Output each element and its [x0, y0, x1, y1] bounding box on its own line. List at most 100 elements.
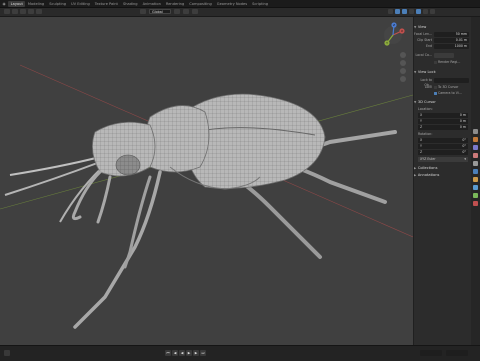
gizmo-z-label: Z [393, 23, 395, 27]
3d-cursor-section-title: 3D Cursor [417, 100, 436, 104]
chevron-right-icon: ▶ [414, 173, 417, 177]
app-menu-icon[interactable]: ◉ [0, 1, 8, 7]
gizmo-x-label: X [401, 29, 403, 33]
collections-section-header[interactable]: ▶ Collections [414, 166, 437, 170]
view-section-title: View [417, 25, 427, 29]
overlay-toggle-icon[interactable] [402, 9, 407, 14]
focal-length-field[interactable]: 50 mm [434, 32, 469, 37]
cursor-rotation-x[interactable]: X 0° [418, 138, 468, 143]
local-camera-field[interactable] [434, 53, 454, 58]
annotations-section-header[interactable]: ▶ Annotations [414, 173, 439, 177]
editor-type-icon[interactable] [4, 9, 10, 14]
next-keyframe-icon[interactable]: ▶ [193, 350, 199, 356]
beetle-model[interactable] [4, 93, 397, 329]
chevron-down-icon: ▼ [414, 25, 417, 29]
orientation-dropdown[interactable]: Global [149, 9, 171, 14]
lock-label: Lock [424, 85, 432, 89]
object-icon[interactable] [473, 177, 478, 182]
physics-icon[interactable] [473, 193, 478, 198]
cursor-location-y[interactable]: Y 0 m [418, 119, 468, 124]
shading-material-icon[interactable] [423, 9, 428, 14]
workspace-tab-animation[interactable]: Animation [140, 1, 163, 7]
cursor-rotation-y[interactable]: Y 0° [418, 144, 468, 149]
visibility-icon[interactable] [388, 9, 393, 14]
clip-end-field[interactable]: 1000 m [434, 44, 469, 49]
axis-value: 0° [462, 144, 466, 148]
workspace-tab-rendering[interactable]: Rendering [163, 1, 186, 7]
navigation-gizmo[interactable]: X Y Z [384, 22, 405, 46]
rotation-mode-value: XYZ Euler [420, 157, 436, 161]
pivot-icon[interactable] [174, 9, 180, 14]
workspace-tab-geometry-nodes[interactable]: Geometry Nodes [214, 1, 249, 7]
prev-keyframe-icon[interactable]: ◀ [172, 350, 178, 356]
start-frame-field[interactable] [420, 350, 442, 356]
view-layer-icon[interactable] [473, 153, 478, 158]
end-frame-field[interactable] [446, 350, 468, 356]
modifier-icon[interactable] [473, 185, 478, 190]
perspective-toggle-icon[interactable] [400, 76, 406, 82]
view-menu[interactable] [20, 9, 26, 14]
output-icon[interactable] [473, 145, 478, 150]
lock-to-object-field[interactable] [434, 78, 469, 83]
orientation-icon [140, 9, 146, 14]
camera-to-view-label: Camera to Vi... [438, 91, 462, 95]
view-section-header[interactable]: ▼ View [414, 25, 426, 29]
cursor-location-x[interactable]: X 0 m [418, 113, 468, 118]
render-region-checkbox[interactable] [434, 60, 437, 64]
workspace-tab-scripting[interactable]: Scripting [250, 1, 271, 7]
proportional-icon[interactable] [192, 9, 198, 14]
workspace-tab-modeling[interactable]: Modeling [25, 1, 46, 7]
tool-icon[interactable] [473, 129, 478, 134]
snap-icon[interactable] [183, 9, 189, 14]
timeline-editor-icon[interactable] [4, 350, 10, 356]
workspace-tab-layout[interactable]: Layout [8, 0, 26, 7]
location-label-row: Location: [414, 107, 470, 112]
to-cursor-checkbox[interactable] [434, 85, 437, 89]
scene-icon[interactable] [473, 161, 478, 166]
shading-rendered-icon[interactable] [430, 9, 435, 14]
viewport-canvas: X Y Z [0, 22, 413, 329]
focal-length-row: Focal Len... 50 mm [414, 32, 470, 37]
mode-dropdown[interactable] [12, 9, 18, 14]
play-icon[interactable]: ▶ [186, 350, 192, 356]
camera-to-view-checkbox[interactable] [434, 91, 437, 95]
3d-cursor-section-header[interactable]: ▼ 3D Cursor [414, 100, 436, 104]
material-icon[interactable] [473, 201, 478, 206]
select-menu[interactable] [28, 9, 34, 14]
workspace-tab-shading[interactable]: Shading [120, 1, 140, 7]
clip-end-label: End [425, 44, 432, 48]
world-icon[interactable] [473, 169, 478, 174]
axis-value: 0 m [459, 119, 466, 123]
render-icon[interactable] [473, 137, 478, 142]
annotations-section-title: Annotations [417, 173, 440, 177]
clip-start-field[interactable]: 0.01 m [434, 38, 469, 43]
3d-viewport[interactable]: X Y Z [0, 17, 413, 345]
zoom-icon[interactable] [400, 52, 406, 58]
cursor-rotation-z[interactable]: Z 0° [418, 150, 468, 155]
view-lock-section-header[interactable]: ▼ View Lock [414, 70, 436, 74]
workspace-tab-uv-editing[interactable]: UV Editing [69, 1, 93, 7]
sidebar-n-panel [413, 17, 472, 345]
render-region-row[interactable]: Render Regi... [414, 60, 470, 65]
play-reverse-icon[interactable]: ◀ [179, 350, 185, 356]
chevron-down-icon: ▼ [414, 100, 417, 104]
cursor-location-z[interactable]: Z 0 m [418, 125, 468, 130]
chevron-down-icon: ▾ [464, 157, 466, 161]
jump-start-icon[interactable]: ⏮ [165, 350, 171, 356]
lock-to-cursor-row: Lock To 3D Cursor [414, 85, 470, 90]
workspace-tab-compositing[interactable]: Compositing [187, 1, 215, 7]
add-menu[interactable] [36, 9, 42, 14]
workspace-tab-texture-paint[interactable]: Texture Paint [92, 1, 120, 7]
axis-label: Y [420, 119, 422, 123]
xray-icon[interactable] [409, 9, 414, 14]
clip-start-label: Clip Start [417, 38, 432, 42]
pan-icon[interactable] [400, 60, 406, 66]
gizmo-y-label: Y [386, 41, 388, 45]
header-left-group [4, 9, 42, 14]
jump-end-icon[interactable]: ⏭ [200, 350, 206, 356]
rotation-mode-dropdown[interactable]: XYZ Euler ▾ [418, 157, 468, 162]
shading-solid-icon[interactable] [416, 9, 421, 14]
workspace-tab-sculpting[interactable]: Sculpting [47, 1, 69, 7]
camera-view-icon[interactable] [400, 68, 406, 74]
gizmo-toggle-icon[interactable] [395, 9, 400, 14]
